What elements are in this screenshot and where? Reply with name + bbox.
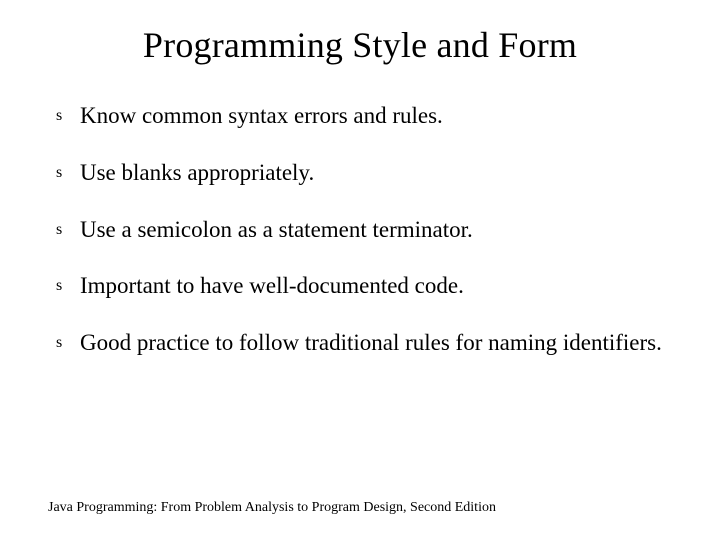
bullet-icon: s <box>56 329 80 357</box>
list-item: s Use blanks appropriately. <box>56 159 672 188</box>
bullet-icon: s <box>56 159 80 187</box>
bullet-list: s Know common syntax errors and rules. s… <box>56 102 672 358</box>
bullet-icon: s <box>56 102 80 130</box>
list-item: s Know common syntax errors and rules. <box>56 102 672 131</box>
slide-title: Programming Style and Form <box>48 24 672 66</box>
bullet-text: Use a semicolon as a statement terminato… <box>80 216 672 245</box>
bullet-icon: s <box>56 216 80 244</box>
bullet-text: Know common syntax errors and rules. <box>80 102 672 131</box>
list-item: s Good practice to follow traditional ru… <box>56 329 672 358</box>
bullet-icon: s <box>56 272 80 300</box>
bullet-text: Important to have well-documented code. <box>80 272 672 301</box>
bullet-text: Use blanks appropriately. <box>80 159 672 188</box>
list-item: s Important to have well-documented code… <box>56 272 672 301</box>
bullet-text: Good practice to follow traditional rule… <box>80 329 672 358</box>
list-item: s Use a semicolon as a statement termina… <box>56 216 672 245</box>
slide-footer: Java Programming: From Problem Analysis … <box>48 500 496 516</box>
